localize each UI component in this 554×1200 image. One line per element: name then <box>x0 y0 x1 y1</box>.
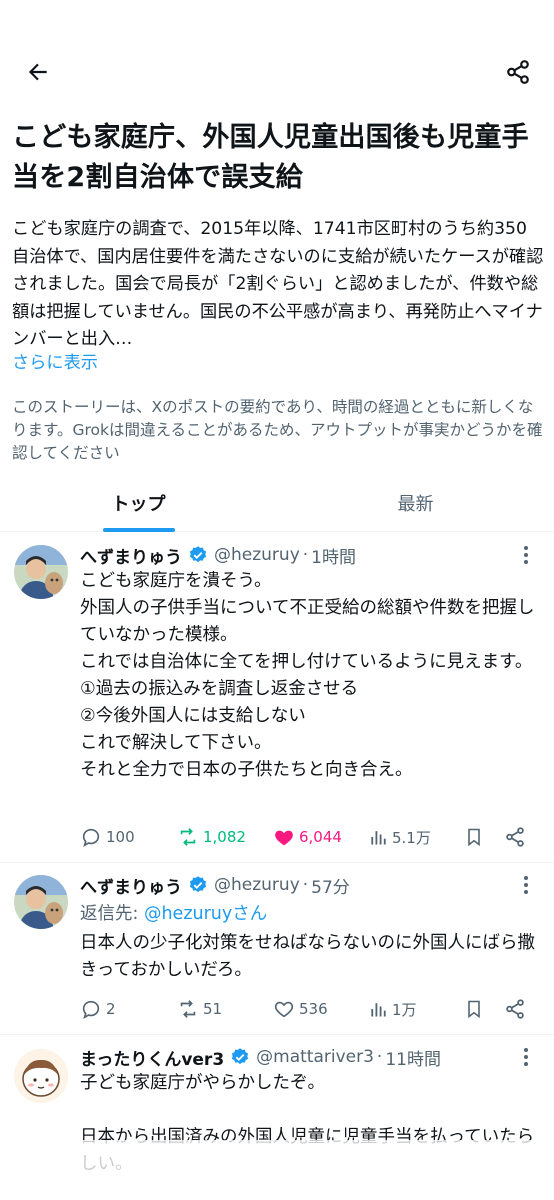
repost-button[interactable]: 1,082 <box>177 822 246 852</box>
post-actions: 2 51 536 1万 <box>80 994 540 1024</box>
reply-count: 100 <box>106 828 135 846</box>
share-post-button[interactable] <box>504 822 530 852</box>
verified-badge-icon <box>188 875 208 895</box>
reply-button[interactable]: 2 <box>80 994 116 1024</box>
separator-dot: · <box>302 875 309 895</box>
views-count: 5.1万 <box>392 828 431 847</box>
bookmark-icon <box>468 828 480 847</box>
heart-icon <box>274 1001 294 1018</box>
reply-context: 返信先: @hezuruyさん <box>80 900 267 925</box>
more-options-button[interactable] <box>516 542 536 568</box>
grok-disclaimer: このストーリーは、Xのポストの要約であり、時間の経過とともに新しくなります。Gr… <box>12 398 543 462</box>
avatar[interactable] <box>14 545 68 599</box>
post-text: こども家庭庁を潰そう。 外国人の子供手当について不正受給の総額や件数を把握してい… <box>80 571 535 780</box>
repost-count: 51 <box>203 1000 223 1018</box>
more-options-button[interactable] <box>516 872 536 898</box>
share-icon <box>506 999 524 1019</box>
views-button[interactable]: 1万 <box>368 994 417 1024</box>
tab-active-indicator <box>103 528 175 532</box>
show-more-link[interactable]: さらに表示 <box>12 350 98 377</box>
top-bar <box>0 0 554 110</box>
heart-filled-icon <box>275 830 293 846</box>
reply-button[interactable]: 100 <box>80 822 135 852</box>
avatar[interactable] <box>14 1049 68 1103</box>
timestamp[interactable]: 57分 <box>311 873 350 898</box>
tab-latest[interactable]: 最新 <box>277 474 554 532</box>
reply-icon <box>82 828 100 847</box>
reply-icon <box>82 1000 100 1019</box>
separator-dot: · <box>302 545 309 565</box>
repost-count: 1,082 <box>203 828 246 846</box>
views-chart-icon <box>371 1003 386 1017</box>
views-button[interactable]: 5.1万 <box>368 822 431 852</box>
arrow-left-icon <box>28 63 47 81</box>
separator-dot: · <box>376 1047 383 1067</box>
repost-button[interactable]: 51 <box>177 994 222 1024</box>
more-vertical-icon <box>524 1048 528 1066</box>
back-button[interactable] <box>18 54 58 90</box>
post-header: まったりくんver3 @mattariver3 · 11時間 <box>80 1044 441 1070</box>
post-actions: 100 1,082 6,044 5.1万 <box>80 822 540 852</box>
handle[interactable]: @mattariver3 <box>256 1047 374 1067</box>
repost-icon <box>180 828 196 846</box>
tab-top[interactable]: トップ <box>0 474 277 532</box>
verified-badge-icon <box>230 1047 250 1067</box>
display-name[interactable]: まったりくんver3 <box>80 1045 224 1070</box>
share-icon <box>506 827 524 847</box>
more-vertical-icon <box>524 546 528 564</box>
share-post-button[interactable] <box>504 994 530 1024</box>
bottom-overlay <box>0 1140 554 1200</box>
post-header: へずまりゅう @hezuruy · 57分 <box>80 872 350 898</box>
story-headline: こども家庭庁、外国人児童出国後も児童手当を2割自治体で誤支給 <box>12 122 529 193</box>
display-name[interactable]: へずまりゅう <box>80 873 182 898</box>
verified-badge-icon <box>188 545 208 565</box>
reply-count: 2 <box>106 1000 116 1018</box>
post-header: へずまりゅう @hezuruy · 1時間 <box>80 542 356 568</box>
bookmark-icon <box>468 1000 480 1019</box>
handle[interactable]: @hezuruy <box>214 875 300 895</box>
bookmark-button[interactable] <box>464 994 488 1024</box>
timestamp[interactable]: 11時間 <box>385 1045 441 1070</box>
like-button[interactable]: 6,044 <box>273 822 342 852</box>
views-chart-icon <box>371 831 386 845</box>
story-summary: こども家庭庁の調査で、2015年以降、1741市区町村のうち約350自治体で、国… <box>12 219 544 349</box>
like-count: 6,044 <box>299 828 342 846</box>
display-name[interactable]: へずまりゅう <box>80 543 182 568</box>
more-options-button[interactable] <box>516 1044 536 1070</box>
share-button[interactable] <box>498 54 538 90</box>
bookmark-button[interactable] <box>464 822 488 852</box>
tab-bar: トップ 最新 <box>0 474 554 532</box>
post[interactable]: へずまりゅう @hezuruy · 57分 返信先: @hezuruyさん 日本… <box>0 863 554 1035</box>
reply-prefix: 返信先: <box>80 904 144 924</box>
repost-icon <box>180 1000 196 1018</box>
share-icon <box>507 60 529 84</box>
like-button[interactable]: 536 <box>273 994 328 1024</box>
reply-target-link[interactable]: @hezuruyさん <box>144 904 267 924</box>
avatar[interactable] <box>14 875 68 929</box>
post-text: 日本人の少子化対策をせねばならないのに外国人にばら撒きっておかしいだろ。 <box>80 933 535 980</box>
more-vertical-icon <box>524 876 528 894</box>
views-count: 1万 <box>392 1000 417 1019</box>
post[interactable]: へずまりゅう @hezuruy · 1時間 こども家庭庁を潰そう。 外国人の子供… <box>0 533 554 863</box>
timestamp[interactable]: 1時間 <box>311 543 356 568</box>
handle[interactable]: @hezuruy <box>214 545 300 565</box>
like-count: 536 <box>299 1000 328 1018</box>
